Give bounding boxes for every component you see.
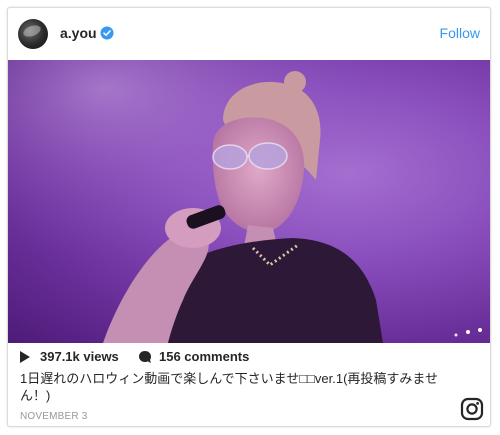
avatar[interactable] bbox=[18, 19, 48, 49]
play-icon bbox=[20, 351, 30, 363]
instagram-post-card: a.you Follow 397.1k views 156 comments 1… bbox=[7, 7, 491, 427]
comment-icon[interactable] bbox=[138, 350, 152, 364]
username[interactable]: a.you bbox=[60, 25, 97, 41]
view-count: 397.1k views bbox=[40, 349, 119, 364]
post-caption: 1日遅れのハロウィン動画で楽しんで下さいませ□□ver.1(再投稿すみません！) bbox=[20, 371, 439, 403]
follow-button[interactable]: Follow bbox=[440, 25, 480, 41]
instagram-logo-icon[interactable] bbox=[460, 397, 484, 421]
comment-count[interactable]: 156 comments bbox=[159, 349, 249, 364]
post-date[interactable]: NOVEMBER 3 bbox=[20, 411, 88, 422]
post-header: a.you Follow bbox=[8, 8, 490, 60]
verified-badge-icon bbox=[100, 26, 114, 40]
post-video[interactable] bbox=[8, 60, 490, 343]
video-frame bbox=[8, 60, 490, 343]
